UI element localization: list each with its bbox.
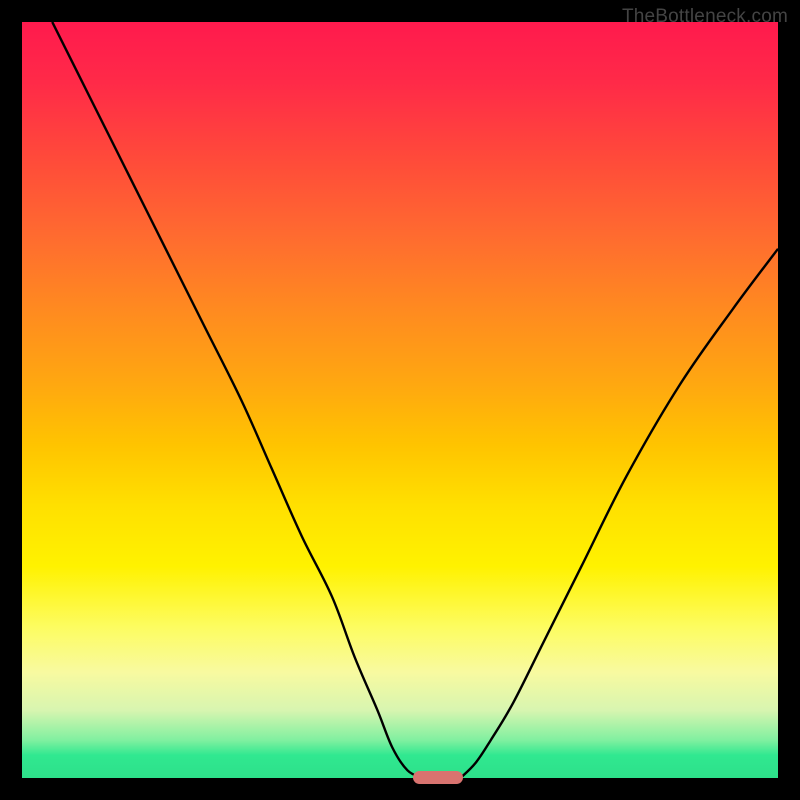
optimal-marker — [413, 771, 463, 784]
curve-right — [460, 249, 778, 778]
curve-left — [52, 22, 422, 778]
chart-curves — [22, 22, 778, 778]
